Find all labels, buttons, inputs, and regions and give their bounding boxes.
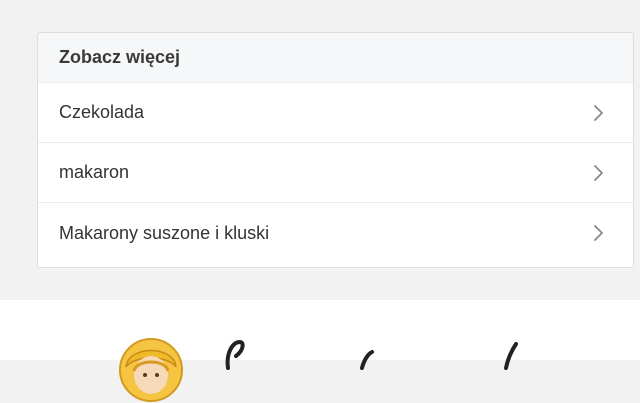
script-logo [225, 340, 518, 370]
list-item-makaron[interactable]: makaron [38, 143, 633, 203]
card-header: Zobacz więcej [38, 33, 633, 83]
list-item-makarony-suszone[interactable]: Makarony suszone i kluski [38, 203, 633, 263]
card-title: Zobacz więcej [59, 47, 181, 67]
chevron-right-icon [594, 225, 603, 241]
list-item-label: Makarony suszone i kluski [59, 222, 270, 243]
page-background: Zobacz więcej Czekolada makaron Makarony… [0, 0, 640, 300]
chevron-right-icon [594, 104, 603, 121]
list-item-label: Czekolada [59, 102, 145, 122]
see-more-card: Zobacz więcej Czekolada makaron Makarony… [37, 32, 634, 268]
list-item-label: makaron [59, 162, 130, 182]
chevron-right-icon [594, 164, 603, 181]
avatar-illustration [119, 338, 183, 402]
list-item-czekolada[interactable]: Czekolada [38, 83, 633, 143]
footer-banner [0, 300, 640, 402]
